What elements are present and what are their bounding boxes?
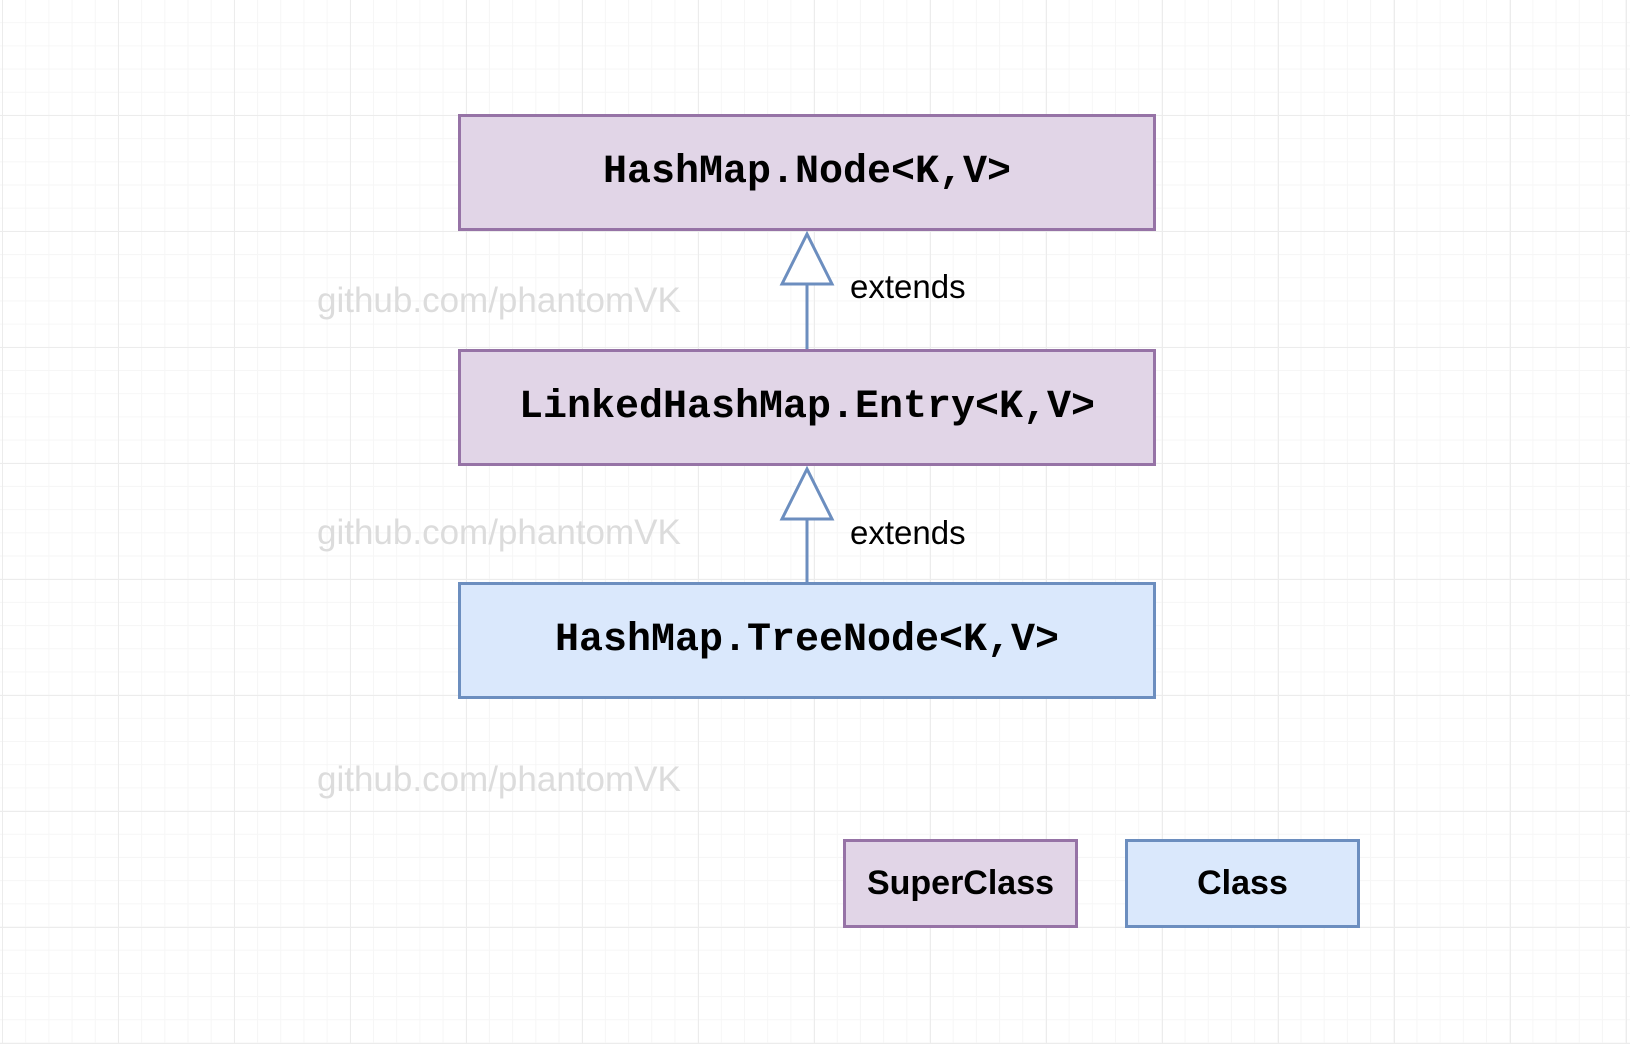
diagram-canvas: github.com/phantomVK github.com/phantomV… <box>0 0 1630 1044</box>
legend-class-label: Class <box>1197 864 1288 902</box>
legend-superclass-label: SuperClass <box>866 864 1055 902</box>
watermark-3: github.com/phantomVK <box>317 760 681 799</box>
hashmap-node-box[interactable]: HashMap.Node<K,V> <box>458 114 1156 231</box>
edge-label-extends-1: extends <box>850 268 966 305</box>
legend-superclass: SuperClass <box>843 839 1078 928</box>
hashmap-treenode-label: HashMap.TreeNode<K,V> <box>554 618 1060 663</box>
linked-hashmap-entry-label: LinkedHashMap.Entry<K,V> <box>518 385 1096 430</box>
edge-arrowhead-entry-to-node <box>779 230 835 286</box>
watermark-1: github.com/phantomVK <box>317 281 681 320</box>
hashmap-treenode-box[interactable]: HashMap.TreeNode<K,V> <box>458 582 1156 699</box>
edge-arrowhead-treenode-to-entry <box>779 465 835 521</box>
edge-label-extends-2: extends <box>850 514 966 551</box>
watermark-2: github.com/phantomVK <box>317 513 681 552</box>
hashmap-node-label: HashMap.Node<K,V> <box>602 150 1012 195</box>
legend-class: Class <box>1125 839 1360 928</box>
linked-hashmap-entry-box[interactable]: LinkedHashMap.Entry<K,V> <box>458 349 1156 466</box>
